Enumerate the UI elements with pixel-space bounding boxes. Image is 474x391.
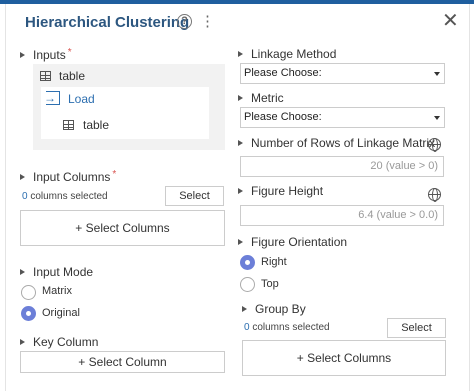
group-by-select-button[interactable]: Select <box>387 318 446 338</box>
input-columns-expand-caret-icon[interactable] <box>20 174 25 180</box>
group-by-count: 0 columns selected <box>244 322 330 333</box>
metric-expand-caret-icon[interactable] <box>238 95 243 101</box>
chevron-down-icon <box>434 116 440 120</box>
figure-height-input[interactable]: 6.4 (value > 0.0) <box>240 205 444 226</box>
close-icon[interactable]: ✕ <box>442 11 459 31</box>
num-rows-expand-caret-icon[interactable] <box>238 140 243 146</box>
key-column-expand-caret-icon[interactable] <box>20 339 25 345</box>
select-key-column-button[interactable]: + Select Column <box>20 351 225 373</box>
num-rows-input[interactable]: 20 (value > 0) <box>240 156 444 177</box>
panel-title: Hierarchical Clustering <box>25 14 190 31</box>
group-by-expand-caret-icon[interactable] <box>242 306 247 312</box>
radio-matrix-label: Matrix <box>42 285 72 297</box>
input-mode-expand-caret-icon[interactable] <box>20 269 25 275</box>
figure-height-label: Figure Height <box>251 184 324 198</box>
vertical-ellipsis-icon[interactable]: ⋮ <box>200 13 215 30</box>
metric-select[interactable]: Please Choose: <box>240 107 445 128</box>
figure-orientation-label: Figure Orientation <box>251 235 348 249</box>
inputs-label: Inputs * <box>33 47 72 62</box>
num-rows-label: Number of Rows of Linkage Matrix <box>251 136 436 150</box>
input-columns-label: Input Columns * <box>33 169 117 184</box>
input-mode-label: Input Mode <box>33 265 94 279</box>
radio-top-label: Top <box>261 278 279 290</box>
metric-value: Please Choose: <box>244 111 322 123</box>
globe-icon[interactable] <box>428 138 441 152</box>
select-input-columns-button[interactable]: + Select Columns <box>20 210 225 246</box>
radio-top[interactable] <box>240 277 255 292</box>
load-container <box>41 87 209 139</box>
metric-label: Metric <box>251 91 284 105</box>
linkage-method-label: Linkage Method <box>251 47 337 61</box>
linkage-method-expand-caret-icon[interactable] <box>238 51 243 57</box>
table-icon <box>40 71 51 81</box>
radio-original[interactable] <box>21 306 36 321</box>
figure-orientation-expand-caret-icon[interactable] <box>238 239 243 245</box>
loaded-table-label[interactable]: table <box>83 118 109 132</box>
source-table-label[interactable]: table <box>59 69 85 83</box>
select-group-by-columns-button[interactable]: + Select Columns <box>242 340 446 376</box>
radio-right-label: Right <box>261 256 287 268</box>
chevron-down-icon <box>434 72 440 76</box>
load-arrow-icon: → <box>44 91 56 105</box>
question-circle-icon[interactable]: ? <box>177 14 192 29</box>
input-columns-select-button[interactable]: Select <box>165 186 224 206</box>
radio-original-label: Original <box>42 307 80 319</box>
input-columns-count: 0 columns selected <box>22 191 108 202</box>
radio-right[interactable] <box>240 255 255 270</box>
radio-matrix[interactable] <box>21 285 36 300</box>
globe-icon[interactable] <box>428 188 441 202</box>
inputs-expand-caret-icon[interactable] <box>20 52 25 58</box>
linkage-method-select[interactable]: Please Choose: <box>240 63 445 84</box>
key-column-label: Key Column <box>33 335 99 349</box>
group-by-label: Group By <box>255 302 306 316</box>
load-label[interactable]: Load <box>68 92 95 106</box>
figure-height-expand-caret-icon[interactable] <box>238 188 243 194</box>
linkage-method-value: Please Choose: <box>244 67 322 79</box>
loaded-table-icon <box>63 120 74 130</box>
